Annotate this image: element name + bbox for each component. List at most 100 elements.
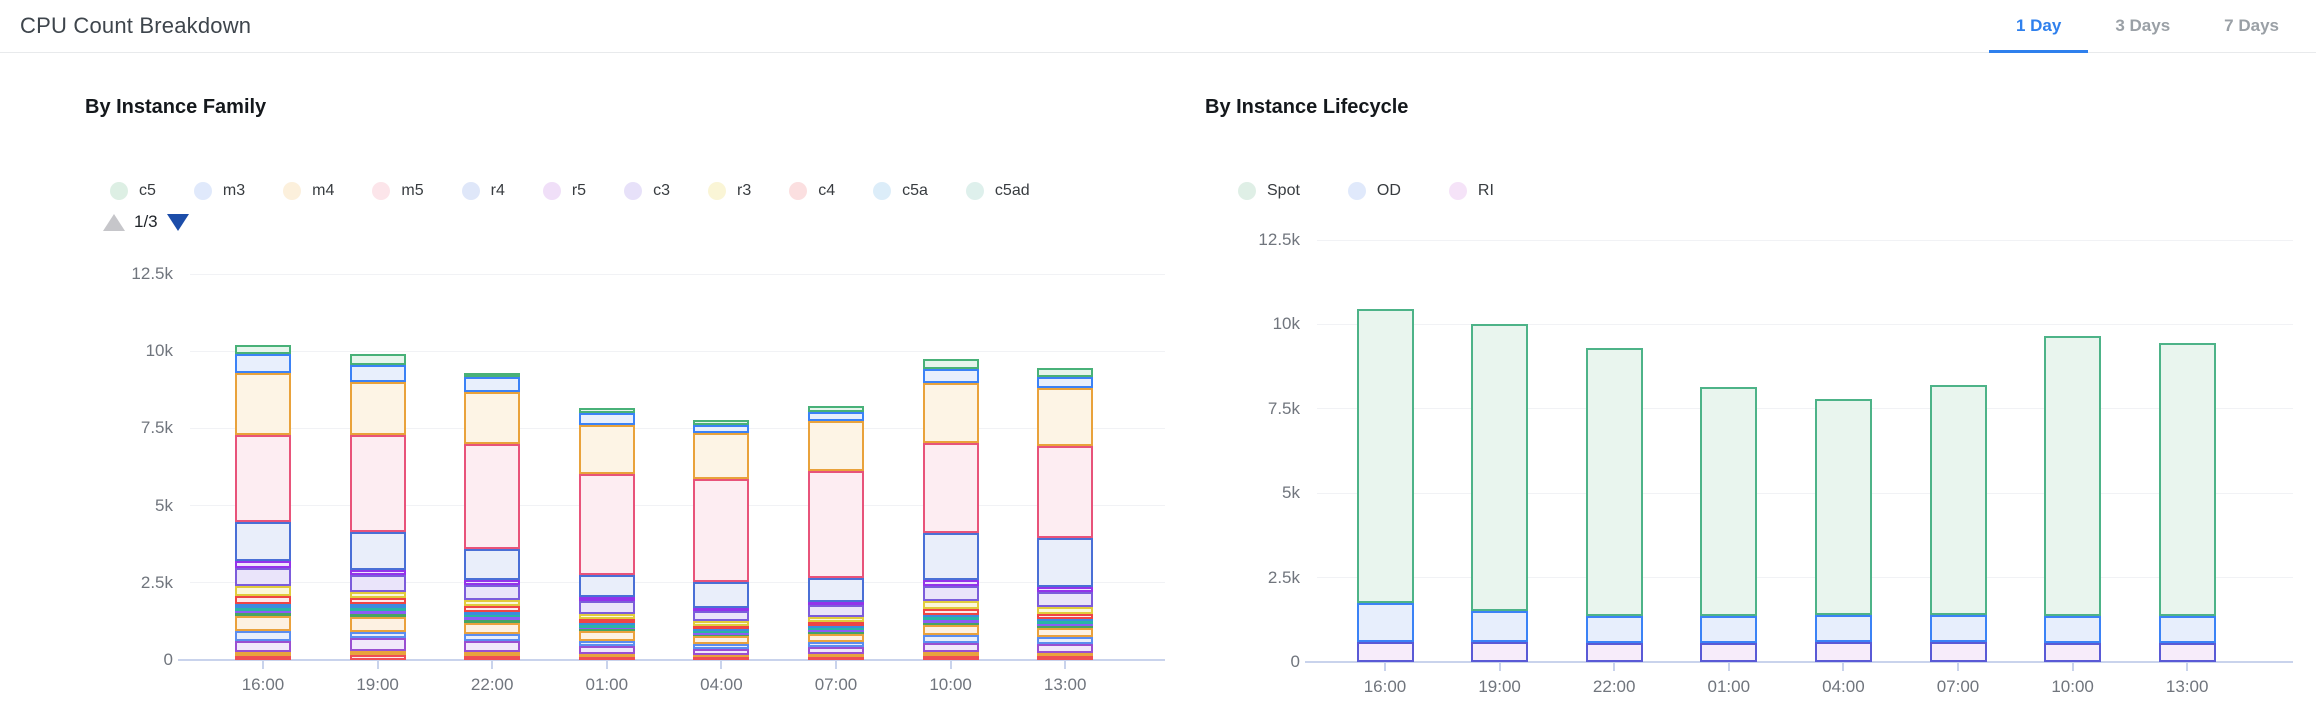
bar-segment-m3[interactable] xyxy=(1037,377,1093,388)
bar-segment-c5[interactable] xyxy=(808,406,864,412)
bar-segment-spot[interactable] xyxy=(1700,387,1757,616)
bar-segment-c4[interactable] xyxy=(464,606,520,612)
bar-segment-r5[interactable] xyxy=(464,580,520,585)
bar-segment-r4[interactable] xyxy=(350,532,406,570)
legend-item-c5[interactable]: c5 xyxy=(110,182,156,200)
bar-segment-c5[interactable] xyxy=(235,345,291,354)
legend-item-c5a[interactable]: c5a xyxy=(873,182,928,200)
bar-segment-spot[interactable] xyxy=(1471,324,1528,611)
bar-segment-other-5[interactable] xyxy=(235,616,291,631)
bar-segment-other-4[interactable] xyxy=(350,632,406,638)
tab-3-days[interactable]: 3 Days xyxy=(2088,1,2197,53)
bar-segment-od[interactable] xyxy=(1357,603,1414,642)
bar-segment-od[interactable] xyxy=(1700,616,1757,643)
legend-item-c5ad[interactable]: c5ad xyxy=(966,182,1030,200)
bar-segment-other-3[interactable] xyxy=(464,641,520,652)
bar-segment-other-5[interactable] xyxy=(350,617,406,632)
bar-segment-r3[interactable] xyxy=(579,614,635,619)
bar-segment-c5[interactable] xyxy=(923,359,979,369)
bar-segment-c3[interactable] xyxy=(464,585,520,600)
bar-segment-ri[interactable] xyxy=(1815,642,1872,662)
bar-segment-m3[interactable] xyxy=(808,412,864,421)
bar-segment-m5[interactable] xyxy=(350,435,406,532)
bar-segment-c5[interactable] xyxy=(350,354,406,365)
bar-segment-other-3[interactable] xyxy=(923,643,979,652)
bar-segment-other-1[interactable] xyxy=(923,656,979,660)
bar-segment-c3[interactable] xyxy=(235,568,291,586)
bar-segment-r3[interactable] xyxy=(693,621,749,626)
bar-segment-m5[interactable] xyxy=(693,479,749,582)
bar-segment-m3[interactable] xyxy=(350,365,406,382)
bar-segment-m4[interactable] xyxy=(1037,388,1093,446)
legend-item-od[interactable]: OD xyxy=(1348,182,1401,200)
bar-segment-od[interactable] xyxy=(2159,616,2216,643)
bar-segment-other-2[interactable] xyxy=(235,652,291,656)
bar-segment-c4[interactable] xyxy=(808,622,864,626)
bar-segment-ri[interactable] xyxy=(1930,642,1987,662)
bar-segment-r3[interactable] xyxy=(350,592,406,598)
bar-segment-other-1[interactable] xyxy=(464,656,520,660)
bar-segment-c3[interactable] xyxy=(1037,592,1093,607)
bar-segment-m4[interactable] xyxy=(693,433,749,479)
legend-page-down-icon[interactable] xyxy=(167,214,189,231)
bar-segment-other-2[interactable] xyxy=(923,652,979,656)
bar-segment-other-3[interactable] xyxy=(579,646,635,654)
bar-segment-m4[interactable] xyxy=(350,382,406,435)
bar-segment-other-3[interactable] xyxy=(350,638,406,651)
legend-item-c4[interactable]: c4 xyxy=(789,182,835,200)
bar-segment-r4[interactable] xyxy=(808,578,864,602)
bar-segment-c5a[interactable] xyxy=(235,604,291,608)
bar-segment-other-3[interactable] xyxy=(808,647,864,654)
bar-segment-m3[interactable] xyxy=(464,377,520,392)
bar-segment-ri[interactable] xyxy=(2159,643,2216,662)
bar-segment-other-5[interactable] xyxy=(1037,628,1093,637)
bar-segment-r3[interactable] xyxy=(464,600,520,606)
bar-segment-m3[interactable] xyxy=(579,413,635,425)
bar-segment-spot[interactable] xyxy=(2159,343,2216,616)
bar-segment-other-4[interactable] xyxy=(464,634,520,641)
bar-segment-c5[interactable] xyxy=(579,408,635,413)
bar-segment-c5[interactable] xyxy=(1037,368,1093,377)
bar-segment-other-4[interactable] xyxy=(693,644,749,649)
bar-segment-spot[interactable] xyxy=(1930,385,1987,615)
bar-segment-other-2[interactable] xyxy=(464,652,520,656)
bar-segment-other-5[interactable] xyxy=(464,623,520,634)
legend-item-c3[interactable]: c3 xyxy=(624,182,670,200)
bar-segment-other-4[interactable] xyxy=(235,631,291,641)
bar-segment-other-4[interactable] xyxy=(808,642,864,647)
bar-segment-other-5[interactable] xyxy=(923,625,979,635)
bar-segment-r4[interactable] xyxy=(579,575,635,597)
bar-segment-c4[interactable] xyxy=(579,619,635,623)
bar-segment-m4[interactable] xyxy=(464,392,520,444)
bar-segment-c4[interactable] xyxy=(1037,614,1093,619)
bar-segment-m4[interactable] xyxy=(235,373,291,435)
bar-segment-c3[interactable] xyxy=(579,601,635,614)
bar-segment-od[interactable] xyxy=(1815,615,1872,642)
bar-segment-ri[interactable] xyxy=(1586,643,1643,662)
legend-item-ri[interactable]: RI xyxy=(1449,182,1494,200)
bar-segment-od[interactable] xyxy=(2044,616,2101,643)
legend-item-m3[interactable]: m3 xyxy=(194,182,245,200)
bar-segment-m5[interactable] xyxy=(464,444,520,549)
bar-segment-other-3[interactable] xyxy=(235,641,291,652)
bar-segment-ri[interactable] xyxy=(1471,642,1528,662)
bar-segment-other-1[interactable] xyxy=(1037,656,1093,660)
bar-segment-r3[interactable] xyxy=(923,601,979,609)
legend-item-r3[interactable]: r3 xyxy=(708,182,751,200)
bar-segment-m5[interactable] xyxy=(1037,446,1093,538)
bar-segment-r5[interactable] xyxy=(579,597,635,601)
bar-segment-c4[interactable] xyxy=(235,596,291,604)
bar-segment-spot[interactable] xyxy=(2044,336,2101,616)
bar-segment-r5[interactable] xyxy=(1037,587,1093,592)
bar-segment-spot[interactable] xyxy=(1357,309,1414,603)
legend-item-spot[interactable]: Spot xyxy=(1238,182,1300,200)
legend-item-r5[interactable]: r5 xyxy=(543,182,586,200)
bar-segment-c4[interactable] xyxy=(350,598,406,604)
tab-1-day[interactable]: 1 Day xyxy=(1989,1,2088,53)
bar-segment-r3[interactable] xyxy=(1037,607,1093,614)
bar-segment-other-4[interactable] xyxy=(1037,637,1093,644)
bar-segment-r4[interactable] xyxy=(923,533,979,580)
bar-segment-r3[interactable] xyxy=(235,586,291,596)
bar-segment-other-5[interactable] xyxy=(579,631,635,641)
bar-segment-m5[interactable] xyxy=(808,471,864,578)
